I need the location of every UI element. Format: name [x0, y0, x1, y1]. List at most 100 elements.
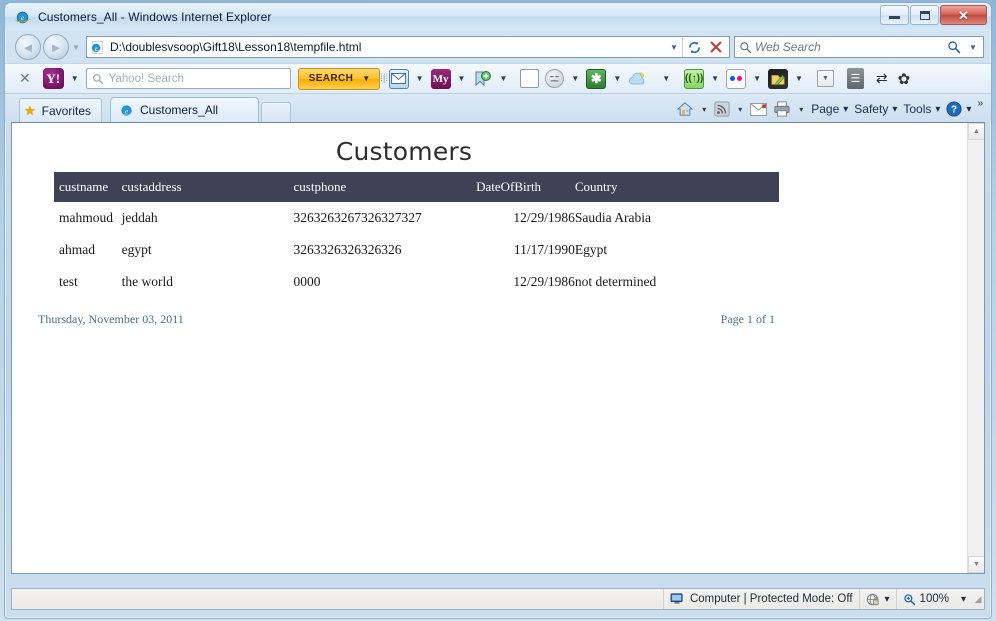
search-box[interactable]: Web Search ▼ [734, 36, 984, 58]
page-menu-button[interactable]: Page ▾ [808, 98, 851, 120]
column-header-custaddress: custaddress [121, 172, 294, 202]
yahoo-mail-button[interactable]: ▼ [388, 68, 431, 89]
weather-icon [628, 69, 648, 89]
notepad-button[interactable]: ▼ [768, 68, 810, 89]
maximize-button[interactable] [910, 5, 939, 25]
page-caret-icon: ▾ [843, 103, 849, 115]
cell-custphone: 3263326326326326 [293, 242, 402, 257]
report-page: Customers custname custaddress custphone… [12, 123, 967, 573]
close-button[interactable]: ✕ [940, 5, 987, 25]
safety-menu-button[interactable]: Safety ▾ [851, 98, 900, 120]
window-controls: ✕ [880, 5, 987, 25]
recent-pages-button[interactable]: ▼ [69, 43, 83, 52]
svg-text:?: ? [951, 105, 957, 116]
print-caret-icon[interactable]: ▾ [794, 105, 808, 114]
green-star-icon: ✱ [586, 68, 607, 89]
address-bar-url: D:\doublesvsoop\Gift18\Lesson18\tempfile… [110, 40, 362, 54]
home-caret-icon[interactable]: ▾ [697, 105, 711, 114]
more-tools-button[interactable]: ▼ [810, 70, 841, 87]
new-tab-button[interactable] [261, 102, 292, 122]
star-icon: ★ [24, 102, 36, 118]
status-bar: Computer | Protected Mode: Off ▾ 100% ▾ … [11, 588, 985, 610]
blank-page-button[interactable] [514, 69, 545, 88]
zoom-control[interactable]: 100% ▾ [895, 589, 972, 609]
lock-globe-icon [866, 593, 879, 605]
minimize-button[interactable] [880, 5, 909, 25]
yahoo-logo-caret-icon[interactable]: ▼ [64, 74, 86, 83]
my-yahoo-caret-icon[interactable]: ▼ [451, 74, 473, 83]
svg-text:e: e [125, 107, 128, 115]
tools-menu-label: Tools [903, 102, 932, 116]
weather-caret-icon[interactable]: ▼ [648, 74, 684, 83]
command-bar-overflow-button[interactable]: » [977, 98, 983, 109]
bookmarks-button[interactable]: ▼ [472, 69, 514, 89]
signal-icon: ((↑)) [684, 68, 705, 89]
print-button[interactable] [770, 98, 794, 120]
flickr-caret-icon[interactable]: ▼ [746, 74, 768, 83]
feeds-button[interactable] [711, 98, 733, 120]
swap-button[interactable]: ⇄ [870, 70, 894, 87]
vertical-scrollbar[interactable]: ▲ ▼ [967, 123, 984, 573]
cell-custaddress: egypt [121, 242, 152, 257]
privacy-report-button[interactable]: ▾ [858, 589, 896, 609]
more-icon: ▼ [816, 70, 834, 87]
bookmarks-caret-icon[interactable]: ▼ [492, 74, 514, 83]
tab-label: Customers_All [140, 103, 219, 117]
yahoo-logo-button[interactable]: Y! ▼ [42, 68, 86, 89]
column-header-custname: custname [54, 172, 122, 202]
weather-button[interactable]: ▼ [628, 69, 684, 89]
cell-custaddress: the world [121, 274, 174, 289]
yahoo-search-input[interactable]: Yahoo! Search [85, 68, 291, 89]
browser-tab[interactable]: e Customers_All [110, 97, 260, 122]
yahoo-toolbar-close-button[interactable]: ✕ [19, 70, 31, 87]
zoom-level-label: 100% [919, 593, 949, 605]
home-icon [676, 102, 694, 116]
zoom-caret-icon: ▾ [960, 593, 966, 605]
address-bar[interactable]: e D:\doublesvsoop\Gift18\Lesson18\tempfi… [86, 36, 730, 58]
green-star-button[interactable]: ✱ ▼ [586, 68, 628, 89]
forward-button[interactable]: ► [43, 34, 69, 60]
tab-favicon-icon: e [119, 104, 134, 116]
toolbar-grip: ⁞|⁞ [380, 73, 389, 84]
search-provider-dropdown[interactable]: ▼ [965, 43, 981, 52]
back-button[interactable]: ◄ [15, 34, 41, 60]
read-mail-button[interactable] [747, 98, 770, 120]
address-dropdown-button[interactable]: ▼ [666, 43, 682, 52]
security-zone-indicator[interactable]: Computer | Protected Mode: Off [662, 589, 859, 609]
toolbar-settings-button[interactable]: ✿ [894, 70, 915, 88]
scroll-up-button[interactable]: ▲ [968, 123, 984, 140]
mail-caret-icon[interactable]: ▼ [409, 74, 431, 83]
stop-button[interactable] [705, 36, 727, 58]
signal-button[interactable]: ((↑)) ▼ [684, 68, 726, 89]
favorites-button[interactable]: ★ Favorites [19, 98, 103, 122]
emoticon-button[interactable]: ▼ [545, 69, 586, 88]
help-icon: ? [946, 101, 962, 117]
notepad-caret-icon[interactable]: ▼ [788, 74, 810, 83]
cell-custphone: 3263263267326327327 [293, 210, 422, 225]
title-bar: e Customers_All - Windows Internet Explo… [5, 3, 991, 31]
report-footer: Thursday, November 03, 2011 Page 1 of 1 [38, 298, 775, 327]
list-view-button[interactable]: ☰ [841, 68, 870, 89]
tools-menu-button[interactable]: Tools ▾ [900, 98, 943, 120]
search-icon [740, 41, 752, 53]
browser-window: e Customers_All - Windows Internet Explo… [4, 2, 992, 619]
scroll-down-button[interactable]: ▼ [968, 556, 984, 573]
yahoo-search-button-label: SEARCH [308, 73, 354, 84]
feeds-caret-icon[interactable]: ▾ [733, 105, 747, 114]
flickr-button[interactable]: ▼ [726, 68, 768, 89]
my-yahoo-button[interactable]: My ▼ [430, 68, 473, 89]
signal-caret-icon[interactable]: ▼ [704, 74, 726, 83]
resize-grip[interactable]: ◢ [972, 594, 984, 605]
close-icon: ✕ [958, 7, 969, 23]
search-go-button[interactable] [943, 36, 965, 58]
refresh-button[interactable] [683, 36, 705, 58]
magnifier-icon [948, 41, 961, 54]
help-caret-icon: ▾ [966, 103, 972, 115]
emoticon-caret-icon[interactable]: ▼ [564, 74, 586, 83]
help-button[interactable]: ? ▾ [943, 98, 974, 120]
yahoo-search-button[interactable]: SEARCH ▼ [297, 67, 380, 90]
yahoo-search-caret-icon[interactable]: ▼ [362, 74, 370, 83]
home-button[interactable] [673, 98, 697, 120]
green-star-caret-icon[interactable]: ▼ [606, 74, 628, 83]
my-yahoo-icon: My [430, 68, 451, 89]
